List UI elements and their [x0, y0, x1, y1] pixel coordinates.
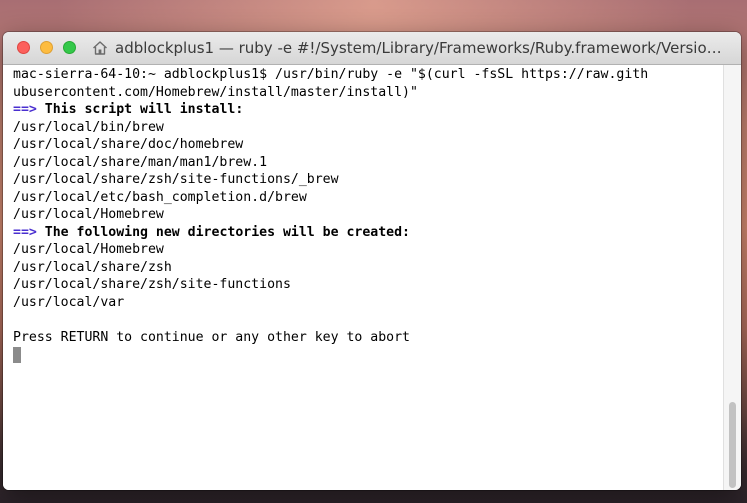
home-icon [93, 41, 107, 55]
terminal-line: /usr/local/etc/bash_completion.d/brew [13, 189, 724, 207]
terminal-heading-line: ==> This script will install: [13, 101, 724, 119]
terminal-line: /usr/local/share/zsh/site-functions/_bre… [13, 171, 724, 189]
minimize-button[interactable] [40, 41, 53, 54]
terminal-line-text: The following new directories will be cr… [36, 224, 410, 240]
terminal-window: adblockplus1 — ruby -e #!/System/Library… [3, 32, 741, 490]
vertical-scrollbar[interactable] [723, 65, 741, 490]
prompt-arrow: ==> [13, 102, 37, 117]
terminal-heading-line: ==> The following new directories will b… [13, 224, 724, 242]
terminal-line-text: This script will install: [36, 102, 244, 117]
close-button[interactable] [17, 41, 30, 54]
terminal-line: Press RETURN to continue or any other ke… [13, 329, 724, 347]
terminal-line-text: /usr/local/var [13, 294, 125, 310]
terminal-line-text: /usr/local/share/zsh/site-functions/_bre… [13, 172, 339, 187]
terminal-line-text: /usr/local/share/man/man1/brew.1 [13, 154, 268, 170]
title-area: adblockplus1 — ruby -e #!/System/Library… [91, 32, 731, 64]
terminal-line-text: /usr/local/etc/bash_completion.d/brew [13, 189, 307, 205]
terminal-line-text: /usr/local/share/zsh/site-functions [13, 277, 291, 292]
terminal-line: /usr/local/Homebrew [13, 206, 724, 224]
terminal-line-text: /usr/local/Homebrew [13, 242, 164, 257]
terminal-line: /usr/local/bin/brew [13, 119, 724, 137]
prompt-arrow: ==> [13, 224, 37, 240]
terminal-line-text: ubusercontent.com/Homebrew/install/maste… [13, 84, 418, 100]
title-bar[interactable]: adblockplus1 — ruby -e #!/System/Library… [3, 32, 741, 65]
terminal-line-text: /usr/local/Homebrew [13, 207, 164, 222]
terminal-line-text: /usr/local/bin/brew [13, 119, 164, 135]
terminal-line: /usr/local/var [13, 294, 724, 312]
terminal-line-text: /usr/local/share/doc/homebrew [13, 137, 244, 152]
scrollbar-thumb[interactable] [729, 402, 736, 488]
window-title: adblockplus1 — ruby -e #!/System/Library… [115, 39, 731, 57]
zoom-button[interactable] [63, 41, 76, 54]
terminal-output[interactable]: mac-sierra-64-10:~ adblockplus1$ /usr/bi… [3, 65, 724, 490]
terminal-line: ubusercontent.com/Homebrew/install/maste… [13, 84, 724, 102]
terminal-line-text: /usr/local/share/zsh [13, 259, 172, 275]
terminal-line: /usr/local/share/zsh/site-functions [13, 276, 724, 294]
text-cursor [13, 347, 21, 363]
terminal-line: /usr/local/share/man/man1/brew.1 [13, 154, 724, 172]
terminal-line-text: mac-sierra-64-10:~ adblockplus1$ /usr/bi… [13, 67, 649, 82]
terminal-line-text: Press RETURN to continue or any other ke… [13, 329, 410, 345]
terminal-line: mac-sierra-64-10:~ adblockplus1$ /usr/bi… [13, 66, 724, 84]
terminal-line: /usr/local/share/zsh [13, 259, 724, 277]
terminal-line: /usr/local/share/doc/homebrew [13, 136, 724, 154]
terminal-line: /usr/local/Homebrew [13, 241, 724, 259]
